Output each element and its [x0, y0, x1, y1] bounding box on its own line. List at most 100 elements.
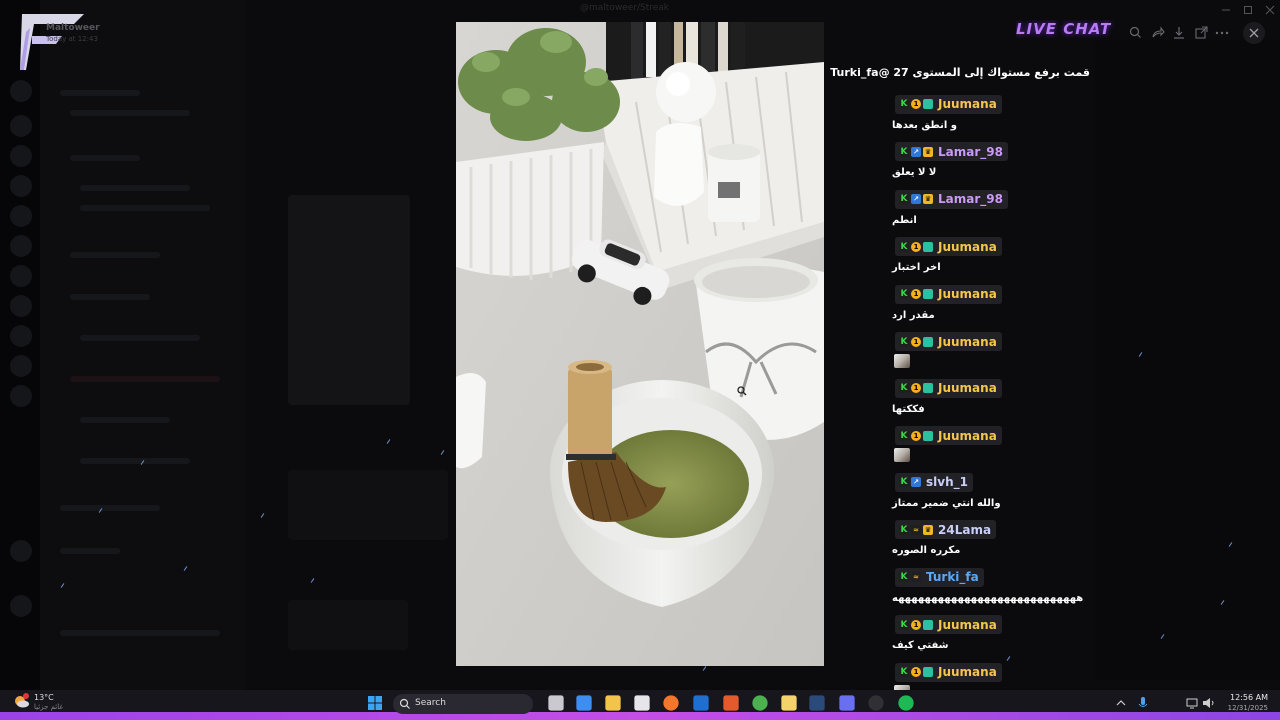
username-chip[interactable]: K ↗ ♛ Lamar_98: [895, 142, 1008, 161]
steam-icon[interactable]: [809, 695, 825, 711]
username-chip[interactable]: K 1 Juumana: [895, 237, 1002, 256]
chat-message-text: انطم: [892, 214, 917, 226]
server-icon[interactable]: [10, 115, 32, 137]
chat-username[interactable]: 24Lama: [938, 523, 991, 537]
chat-username[interactable]: Juumana: [938, 240, 997, 254]
username-chip[interactable]: K ≈ ♛ 24Lama: [895, 520, 997, 539]
start-icon[interactable]: [366, 694, 384, 712]
store-icon[interactable]: [634, 695, 650, 711]
server-icon[interactable]: [10, 265, 32, 287]
server-icon[interactable]: [10, 595, 32, 617]
server-icon[interactable]: [10, 80, 32, 102]
taskbar-search[interactable]: Search: [393, 694, 533, 714]
copilot-icon[interactable]: [576, 695, 592, 711]
discord-icon[interactable]: [839, 695, 855, 711]
chat-message-text: لا لا يعلق: [892, 167, 937, 178]
level-badge-icon: 1: [911, 336, 921, 347]
chat-message: K 1 Juumana فككتها: [890, 375, 1090, 416]
chat-username[interactable]: Juumana: [938, 287, 997, 301]
kick-badge-icon: K: [899, 477, 909, 487]
username-chip[interactable]: K 1 Juumana: [895, 94, 1002, 114]
kick-badge-icon: K: [899, 146, 909, 157]
stripe-badge-icon: ≈: [911, 524, 921, 535]
chat-message: K 1 Juumana: [890, 423, 1090, 462]
level-badge-icon: 1: [911, 99, 921, 109]
task-view-icon[interactable]: [548, 695, 564, 711]
screen: @maltoweer/Streak Maltoweer Today at 12:…: [0, 0, 1280, 720]
server-icon[interactable]: [10, 355, 32, 377]
zoom-in-icon[interactable]: [1126, 23, 1146, 43]
chat-username[interactable]: Juumana: [938, 381, 997, 395]
open-external-icon[interactable]: [1191, 23, 1211, 43]
background-message-card: [288, 470, 448, 540]
chat-message: K 1 Juumana مقدر ارد: [890, 281, 1090, 322]
sticker-image[interactable]: [894, 448, 910, 462]
user-name: Maltoweer: [46, 23, 100, 33]
gift-badge-icon: [923, 430, 933, 441]
chat-username[interactable]: Juumana: [938, 97, 997, 111]
chat-username[interactable]: slvh_1: [926, 475, 968, 489]
app-folder-icon[interactable]: [781, 695, 797, 711]
username-chip[interactable]: K 1 Juumana: [895, 615, 1002, 634]
chat-message-text: مقدر ارد: [892, 309, 935, 321]
firefox-icon[interactable]: [663, 695, 679, 711]
server-icon[interactable]: [10, 325, 32, 347]
chat-username[interactable]: Lamar_98: [938, 192, 1003, 206]
kick-badge-icon: K: [899, 241, 909, 252]
chat-message: K 1 Juumana: [890, 329, 1090, 368]
server-icon[interactable]: [10, 385, 32, 407]
username-chip[interactable]: K ↗ ♛ Lamar_98: [895, 189, 1008, 209]
chat-username[interactable]: Turki_fa: [926, 570, 979, 584]
chrome-icon[interactable]: [752, 695, 768, 711]
close-icon[interactable]: [1243, 22, 1265, 44]
chat-username[interactable]: Juumana: [938, 335, 997, 349]
spotify-icon[interactable]: [898, 695, 914, 711]
username-chip[interactable]: K 1 Juumana: [895, 378, 1002, 398]
app-a-icon[interactable]: [723, 695, 739, 711]
outlook-icon[interactable]: [693, 695, 709, 711]
obs-icon[interactable]: [868, 695, 884, 711]
maximize-icon[interactable]: [1242, 4, 1254, 16]
volume-icon[interactable]: [1200, 694, 1218, 712]
window-close-icon[interactable]: [1264, 4, 1276, 16]
chat-username[interactable]: Juumana: [938, 665, 997, 679]
level-badge-icon: 1: [911, 383, 921, 393]
server-icon[interactable]: [10, 540, 32, 562]
server-icon[interactable]: [10, 205, 32, 227]
chat-username[interactable]: Lamar_98: [938, 145, 1003, 159]
username-chip[interactable]: K ↗ slvh_1: [895, 472, 973, 492]
username-chip[interactable]: K 1 Juumana: [895, 662, 1002, 682]
crown-badge-icon: ♛: [923, 524, 933, 535]
username-chip[interactable]: K 1 Juumana: [895, 426, 1002, 445]
level-badge-icon: 1: [911, 667, 921, 677]
download-icon[interactable]: [1169, 23, 1189, 43]
sticker-image[interactable]: [894, 354, 910, 368]
chat-username[interactable]: Juumana: [938, 429, 997, 443]
share-icon[interactable]: [1148, 23, 1168, 43]
viewed-photo: [456, 22, 824, 666]
level-badge-icon: 1: [911, 289, 921, 299]
member-list: [1095, 40, 1280, 680]
server-sidebar: [0, 0, 40, 690]
username-chip[interactable]: K 1 Juumana: [895, 332, 1002, 351]
chat-username[interactable]: Juumana: [938, 618, 997, 632]
gift-badge-icon: [923, 336, 933, 347]
clock-time[interactable]: 12:56 AM: [1228, 693, 1268, 702]
more-icon[interactable]: [1212, 23, 1232, 43]
chat-message-text: والله انتي ضمير ممتاز: [892, 497, 1001, 509]
microphone-icon[interactable]: [1134, 694, 1152, 712]
chevron-up-icon[interactable]: [1112, 694, 1130, 712]
username-chip[interactable]: K ≈ Turki_fa: [895, 567, 984, 587]
server-icon[interactable]: [10, 175, 32, 197]
server-icon[interactable]: [10, 235, 32, 257]
server-icon[interactable]: [10, 145, 32, 167]
minimize-icon[interactable]: [1220, 4, 1232, 16]
weather-icon[interactable]: [12, 692, 30, 710]
server-icon[interactable]: [10, 295, 32, 317]
level-badge-icon: 1: [911, 619, 921, 630]
username-chip[interactable]: K 1 Juumana: [895, 284, 1002, 304]
clock-date[interactable]: 12/31/2025: [1218, 704, 1268, 712]
file-explorer-icon[interactable]: [605, 695, 621, 711]
gift-badge-icon: [923, 99, 933, 109]
background-message-card: [288, 600, 408, 650]
